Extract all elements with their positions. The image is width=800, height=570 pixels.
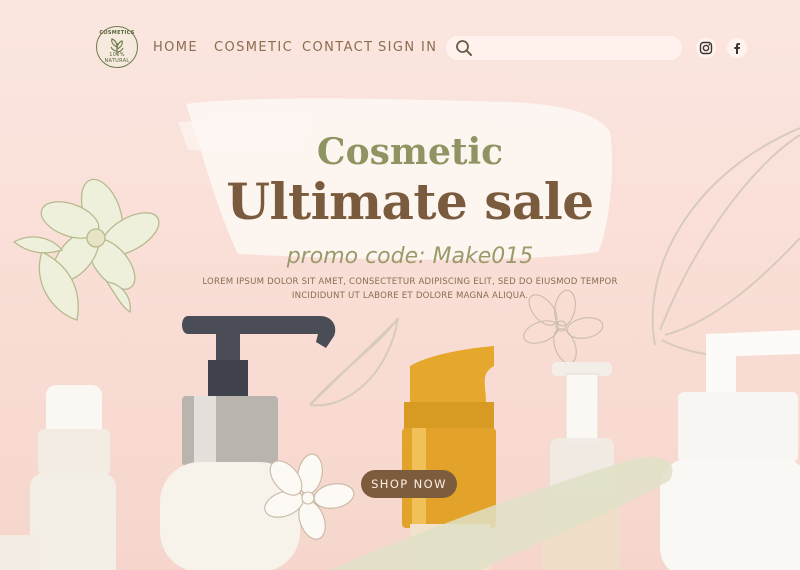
logo-bottom-text: 100% NATURAL [104, 52, 130, 64]
instagram-link[interactable] [696, 38, 716, 58]
hero-title: Ultimate sale [226, 172, 594, 231]
bottle-illustration [160, 316, 336, 570]
nav-home[interactable]: HOME [153, 40, 198, 55]
nav-cosmetic[interactable]: COSMETIC [214, 40, 293, 55]
shop-now-button[interactable]: SHOP NOW [361, 470, 457, 498]
promo-code: promo code: Make015 [286, 244, 534, 269]
nav-contact[interactable]: CONTACT [302, 40, 373, 55]
bottle-illustration [542, 362, 620, 570]
hero-subtitle: Cosmetic [316, 131, 504, 173]
bottle-illustration [0, 385, 116, 570]
brush-stroke [330, 456, 673, 570]
nav-sign-in[interactable]: SIGN IN [378, 40, 437, 55]
search-input[interactable] [480, 38, 670, 58]
landing-page: COSMETICS 100% NATURAL HOME COSMETIC CON… [0, 0, 800, 570]
hero-description: LOREM IPSUM DOLOR SIT AMET, CONSECTETUR … [202, 277, 618, 301]
flower-illustration [12, 178, 160, 321]
instagram-icon [699, 41, 713, 55]
brand-logo[interactable]: COSMETICS 100% NATURAL [96, 26, 138, 68]
bottle-illustration [402, 346, 496, 570]
facebook-icon [734, 43, 740, 54]
flower-illustration [264, 453, 355, 540]
bottle-illustration [660, 330, 800, 570]
logo-top-text: COSMETICS [99, 30, 135, 36]
search-icon[interactable] [455, 39, 473, 57]
facebook-link[interactable] [727, 38, 747, 58]
search-bar[interactable] [446, 36, 682, 60]
